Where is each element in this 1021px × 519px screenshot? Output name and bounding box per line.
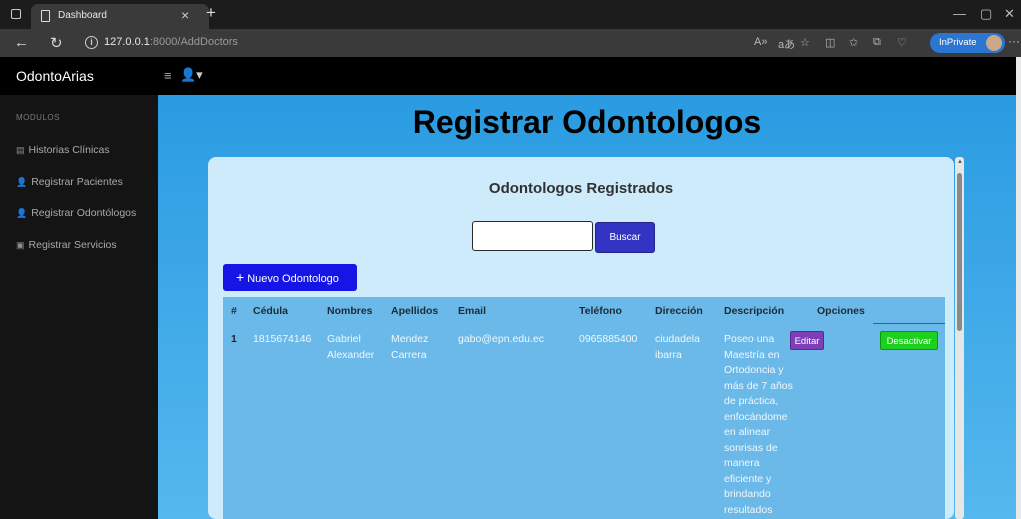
- browser-tab[interactable]: Dashboard ×: [31, 4, 209, 29]
- col-header: Opciones: [817, 305, 865, 317]
- col-header: Teléfono: [579, 305, 622, 317]
- edit-button[interactable]: Editar: [790, 331, 824, 350]
- sidebar-item-pacientes[interactable]: 👤 Registrar Pacientes: [16, 176, 123, 188]
- new-doctor-label: Nuevo Odontologo: [247, 273, 339, 285]
- options-divider: [873, 323, 945, 324]
- page-scrollbar[interactable]: [1016, 57, 1021, 519]
- col-header: Email: [458, 305, 487, 317]
- sidebar: MODULOS ▤ Historias Clínicas 👤 Registrar P…: [0, 95, 158, 519]
- list-icon: ▣: [16, 240, 25, 250]
- page-icon: [41, 10, 50, 22]
- translate-icon[interactable]: aあ: [778, 36, 795, 52]
- back-icon[interactable]: ←: [14, 34, 29, 51]
- sidebar-item-historias[interactable]: ▤ Historias Clínicas: [16, 144, 110, 156]
- col-header: Apellidos: [391, 305, 439, 317]
- profile-avatar: [986, 35, 1002, 51]
- collections-icon[interactable]: ⧉: [873, 36, 881, 49]
- sidebar-heading: MODULOS: [16, 113, 60, 122]
- col-header: Descripción: [724, 305, 785, 317]
- favorite-star-icon[interactable]: ☆: [800, 36, 810, 49]
- sidebar-item-label: Registrar Servicios: [28, 239, 117, 251]
- restore-icon[interactable]: ▢: [980, 6, 992, 22]
- table-header: # Cédula Nombres Apellidos Email Teléfon…: [223, 297, 945, 323]
- sidebar-item-label: Registrar Odontólogos: [31, 207, 137, 219]
- user-menu-icon[interactable]: 👤▾: [180, 67, 203, 83]
- page-title: Registrar Odontologos: [412, 104, 762, 140]
- col-header: Dirección: [655, 305, 703, 317]
- sidebar-item-odontologos[interactable]: 👤 Registrar Odontólogos: [16, 207, 136, 219]
- refresh-icon[interactable]: ↻: [50, 34, 63, 52]
- scroll-up-icon[interactable]: ▲: [957, 159, 963, 165]
- cell-cedula: 1815674146: [253, 333, 312, 345]
- address-toolbar: ← ↻ i 127.0.0.1:8000/AddDoctors A» aあ ☆ …: [0, 29, 1021, 57]
- cell-email: gabo@epn.edu.ec: [458, 333, 544, 345]
- table-icon: ▤: [16, 145, 25, 155]
- col-header: #: [231, 305, 237, 317]
- inprivate-label: InPrivate: [939, 37, 977, 48]
- search-button[interactable]: Buscar: [595, 222, 655, 253]
- split-screen-icon[interactable]: ◫: [825, 36, 835, 49]
- close-tab-icon[interactable]: ×: [181, 7, 189, 23]
- col-header: Nombres: [327, 305, 373, 317]
- favorites-icon[interactable]: ✩: [849, 36, 858, 49]
- cell-num: 1: [231, 333, 237, 345]
- search-input[interactable]: [472, 221, 593, 251]
- inprivate-badge[interactable]: InPrivate: [930, 33, 1005, 53]
- sidebar-item-label: Historias Clínicas: [28, 144, 110, 156]
- sidebar-item-label: Registrar Pacientes: [31, 176, 123, 188]
- more-options-icon[interactable]: ···: [1008, 34, 1020, 48]
- tab-actions-icon[interactable]: [11, 9, 21, 19]
- heart-icon[interactable]: ♡: [897, 36, 907, 49]
- cell-direccion: ciudadela ibarra: [655, 333, 700, 361]
- tab-title: Dashboard: [58, 10, 107, 21]
- card-scrollbar-thumb[interactable]: [957, 173, 962, 331]
- new-doctor-button[interactable]: + Nuevo Odontologo: [223, 264, 357, 291]
- cell-nombres: Gabriel Alexander: [327, 333, 375, 361]
- cell-apellidos: Mendez Carrera: [391, 333, 429, 361]
- close-window-icon[interactable]: ✕: [1004, 6, 1015, 22]
- menu-toggle-icon[interactable]: ≡: [164, 68, 172, 83]
- plus-icon: +: [236, 269, 245, 285]
- table-row: 1 1815674146 Gabriel Alexander Mendez Ca…: [223, 323, 945, 519]
- app-navbar: OdontoArias ≡ 👤▾: [0, 57, 1016, 95]
- cell-descripcion: Poseo una Maestría en Ortodoncia y más d…: [724, 333, 793, 516]
- main-content: Registrar Odontologos Odontologos Regist…: [158, 95, 1016, 519]
- url-path: :8000/AddDoctors: [149, 36, 238, 48]
- card-title: Odontologos Registrados: [488, 180, 674, 197]
- read-aloud-icon[interactable]: A»: [754, 36, 767, 48]
- sidebar-item-servicios[interactable]: ▣ Registrar Servicios: [16, 239, 117, 251]
- col-header: Cédula: [253, 305, 289, 317]
- user-add-icon: 👤: [16, 177, 28, 187]
- minimize-icon[interactable]: —: [953, 6, 966, 21]
- browser-tab-bar: Dashboard × + — ▢ ✕: [0, 0, 1021, 29]
- brand-name[interactable]: OdontoArias: [16, 68, 94, 84]
- url-host: 127.0.0.1: [104, 36, 150, 48]
- user-add-icon: 👤: [16, 208, 28, 218]
- doctors-card: Odontologos Registrados Buscar + Nuevo Od…: [208, 157, 954, 519]
- site-info-icon[interactable]: i: [85, 36, 98, 49]
- deactivate-button[interactable]: Desactivar: [880, 331, 938, 350]
- new-tab-icon[interactable]: +: [206, 3, 216, 23]
- address-bar[interactable]: 127.0.0.1:8000/AddDoctors: [104, 36, 238, 48]
- cell-telefono: 0965885400: [579, 333, 638, 345]
